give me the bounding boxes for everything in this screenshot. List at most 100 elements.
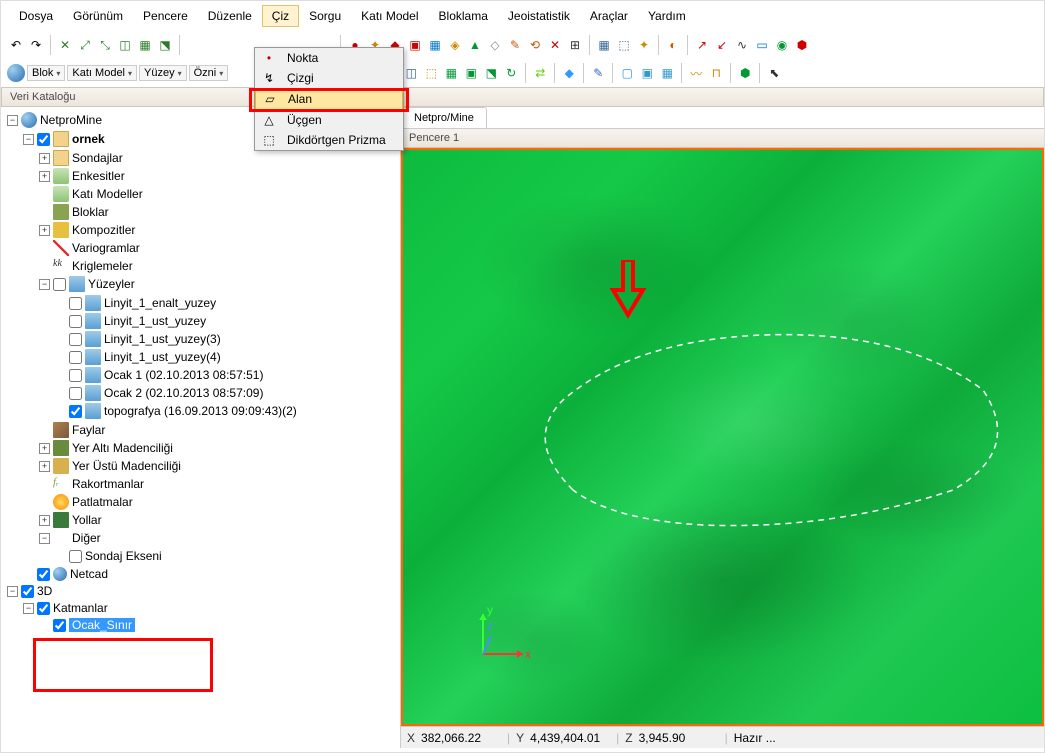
tree-toggle[interactable]: − xyxy=(39,279,50,290)
tree-item[interactable]: topografya (16.09.2013 09:09:43)(2) xyxy=(104,404,297,418)
tool-icon[interactable]: ↻ xyxy=(502,64,520,82)
tree-item[interactable]: Bloklar xyxy=(72,205,109,219)
tool-icon[interactable]: ▣ xyxy=(462,64,480,82)
tree-checkbox[interactable] xyxy=(69,405,82,418)
tool-icon[interactable]: ▦ xyxy=(442,64,460,82)
tree-checkbox[interactable] xyxy=(69,315,82,328)
tool-icon[interactable]: ⬢ xyxy=(793,36,811,54)
tree-3d[interactable]: 3D xyxy=(37,584,52,598)
dd-ucgen[interactable]: △ Üçgen xyxy=(255,110,403,130)
blok-dropdown[interactable]: Blok xyxy=(27,65,65,81)
tool-icon[interactable]: ✕ xyxy=(56,36,74,54)
tree-checkbox[interactable] xyxy=(69,387,82,400)
tree-item[interactable]: Patlatmalar xyxy=(72,495,133,509)
dd-cizgi[interactable]: ↯ Çizgi xyxy=(255,68,403,88)
tree-toggle[interactable]: + xyxy=(39,515,50,526)
tree-item[interactable]: Sondaj Ekseni xyxy=(85,549,162,563)
tool-icon[interactable]: ⊞ xyxy=(566,36,584,54)
tool-icon[interactable]: ⬔ xyxy=(482,64,500,82)
tree-root[interactable]: NetproMine xyxy=(40,113,102,127)
tree-item[interactable]: Sondajlar xyxy=(72,151,123,165)
tree-ocak-sinir[interactable]: Ocak_Sınır xyxy=(69,618,135,632)
menu-bloklama[interactable]: Bloklama xyxy=(429,5,498,27)
tree-item[interactable]: Yollar xyxy=(72,513,102,527)
tree-item[interactable]: Linyit_1_ust_yuzey(4) xyxy=(104,350,221,364)
cursor-icon[interactable]: ⬉ xyxy=(765,64,783,82)
tree-checkbox[interactable] xyxy=(69,369,82,382)
tool-icon[interactable]: ⤢ xyxy=(76,36,94,54)
tree-checkbox[interactable] xyxy=(69,351,82,364)
tool-icon[interactable]: ✦ xyxy=(635,36,653,54)
tree-toggle[interactable]: + xyxy=(39,171,50,182)
tool-icon[interactable]: ✎ xyxy=(589,64,607,82)
tool-icon[interactable]: ▭ xyxy=(753,36,771,54)
tree-toggle[interactable]: − xyxy=(23,603,34,614)
tree-item[interactable]: Rakortmanlar xyxy=(72,477,144,491)
tree-item[interactable]: Katı Modeller xyxy=(72,187,143,201)
tool-icon[interactable]: ◫ xyxy=(402,64,420,82)
menu-duzenle[interactable]: Düzenle xyxy=(198,5,262,27)
tree-katmanlar[interactable]: Katmanlar xyxy=(53,601,108,615)
tool-icon[interactable]: ◫ xyxy=(116,36,134,54)
tree-item[interactable]: Kriglemeler xyxy=(72,259,133,273)
tree-toggle[interactable]: − xyxy=(23,134,34,145)
tree-item[interactable]: Yer Üstü Madenciliği xyxy=(72,459,181,473)
menu-ciz[interactable]: Çiz xyxy=(262,5,299,27)
kati-model-dropdown[interactable]: Katı Model xyxy=(67,65,137,81)
tool-icon[interactable]: ⬚ xyxy=(615,36,633,54)
menu-dosya[interactable]: Dosya xyxy=(9,5,63,27)
menu-jeoistatistik[interactable]: Jeoistatistik xyxy=(498,5,580,27)
tree-item[interactable]: Yer Altı Madenciliği xyxy=(72,441,173,455)
globe-icon[interactable] xyxy=(7,64,25,82)
tool-icon[interactable]: ✎ xyxy=(506,36,524,54)
tree-item[interactable]: Linyit_1_ust_yuzey(3) xyxy=(104,332,221,346)
tool-icon[interactable]: ↙ xyxy=(713,36,731,54)
tree-checkbox[interactable] xyxy=(37,568,50,581)
tool-icon[interactable]: ▢ xyxy=(618,64,636,82)
tool-icon[interactable]: ◉ xyxy=(773,36,791,54)
tool-icon[interactable]: ∿ xyxy=(733,36,751,54)
tool-icon[interactable]: ▣ xyxy=(638,64,656,82)
redo-icon[interactable]: ↷ xyxy=(27,36,45,54)
menu-kati-model[interactable]: Katı Model xyxy=(351,5,428,27)
tool-icon[interactable]: ◐ xyxy=(664,36,682,54)
tool-icon[interactable]: 〰 xyxy=(687,64,705,82)
tool-icon[interactable]: ▦ xyxy=(595,36,613,54)
tool-icon[interactable]: ⬚ xyxy=(422,64,440,82)
tree-item[interactable]: Linyit_1_enalt_yuzey xyxy=(104,296,216,310)
tool-icon[interactable]: ◈ xyxy=(446,36,464,54)
tree-toggle[interactable]: + xyxy=(39,461,50,472)
tree-item[interactable]: Ocak 2 (02.10.2013 08:57:09) xyxy=(104,386,263,400)
tree-toggle[interactable]: + xyxy=(39,443,50,454)
tree-checkbox[interactable] xyxy=(37,602,50,615)
tool-icon[interactable]: ⤡ xyxy=(96,36,114,54)
tree-checkbox[interactable] xyxy=(53,619,66,632)
tree-checkbox[interactable] xyxy=(69,297,82,310)
tool-icon[interactable]: ↗ xyxy=(693,36,711,54)
menu-sorgu[interactable]: Sorgu xyxy=(299,5,351,27)
tree-item[interactable]: Yüzeyler xyxy=(88,277,135,291)
tool-icon[interactable]: ◇ xyxy=(486,36,504,54)
tool-icon[interactable]: ✕ xyxy=(546,36,564,54)
menu-yardim[interactable]: Yardım xyxy=(638,5,696,27)
dd-prizma[interactable]: ⬚ Dikdörtgen Prizma xyxy=(255,130,403,150)
tool-icon[interactable]: ▦ xyxy=(426,36,444,54)
tree-item[interactable]: Diğer xyxy=(72,531,101,545)
tree-item[interactable]: Kompozitler xyxy=(72,223,135,237)
tree-checkbox[interactable] xyxy=(21,585,34,598)
tool-icon[interactable]: ▲ xyxy=(466,36,484,54)
tree-toggle[interactable]: − xyxy=(7,115,18,126)
menu-araclar[interactable]: Araçlar xyxy=(580,5,638,27)
3d-viewport[interactable]: x y z xyxy=(401,148,1044,726)
undo-icon[interactable]: ↶ xyxy=(7,36,25,54)
tree-netcad[interactable]: Netcad xyxy=(70,567,108,581)
tree-item[interactable]: Variogramlar xyxy=(72,241,140,255)
oznitelik-dropdown[interactable]: Özni xyxy=(189,65,229,81)
tool-icon[interactable]: ▣ xyxy=(406,36,424,54)
tool-icon[interactable]: ⬢ xyxy=(736,64,754,82)
menu-gorunum[interactable]: Görünüm xyxy=(63,5,133,27)
tool-icon[interactable]: ▦ xyxy=(658,64,676,82)
tool-icon[interactable]: ▦ xyxy=(136,36,154,54)
tree-ornek[interactable]: ornek xyxy=(72,132,105,146)
tree-checkbox[interactable] xyxy=(37,133,50,146)
